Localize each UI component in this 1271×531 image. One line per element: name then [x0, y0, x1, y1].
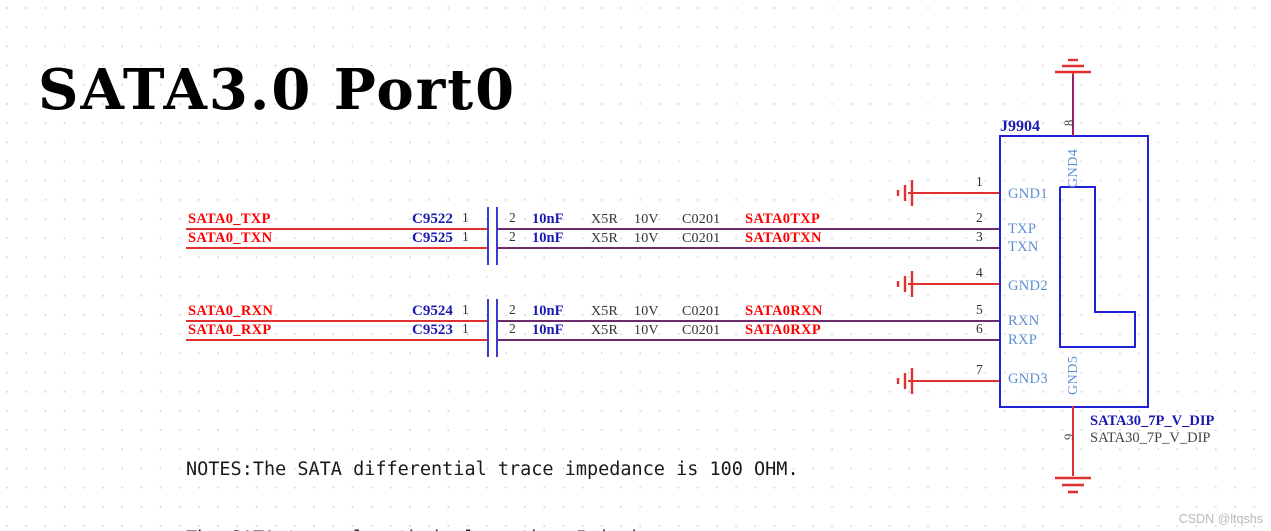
notes-block: NOTES:The SATA differential trace impeda…	[186, 412, 799, 531]
connector-part-number-primary: SATA30_7P_V_DIP	[1090, 413, 1215, 429]
capacitor-spec-c9524-dielectric: X5R	[591, 304, 619, 319]
watermark: CSDN @ltqshs	[1178, 512, 1263, 526]
net-label-sata0txp-right: SATA0TXP	[745, 211, 821, 227]
wire-gnd3	[908, 380, 1000, 382]
connector-pin-label-txn: TXN	[1008, 239, 1039, 255]
capacitor-refdes-c9522: C9522	[412, 211, 453, 227]
capacitor-spec-c9525-dielectric: X5R	[591, 231, 619, 246]
connector-pin-number-6: 6	[976, 321, 983, 336]
connector-pin-label-gnd1: GND1	[1008, 186, 1048, 202]
capacitor-plate-right-tx	[496, 207, 499, 265]
notes-line-1: NOTES:The SATA differential trace impeda…	[186, 459, 799, 480]
net-label-sata0-txn-left: SATA0_TXN	[188, 230, 273, 246]
connector-pin-label-txp: TXP	[1008, 221, 1037, 237]
capacitor-value-c9525: 10nF	[532, 230, 564, 246]
cap-pin-number-c9522-1: 1	[462, 210, 469, 225]
connector-pin-number-4: 4	[976, 265, 983, 280]
connector-pin-number-8: 8	[1062, 119, 1076, 126]
connector-pin-label-gnd2: GND2	[1008, 278, 1048, 294]
schematic-sheet: SATA3.0 Port0 SATA0_TXP C9522 1 2 10nF X…	[0, 0, 1271, 531]
capacitor-spec-c9523-package: C0201	[682, 323, 721, 338]
wire-gnd1	[908, 192, 1000, 194]
connector-pin-number-5: 5	[976, 302, 983, 317]
cap-pin-number-c9523-2: 2	[509, 321, 516, 336]
connector-pin-label-gnd4: GND4	[1066, 148, 1081, 188]
ground-symbol-gnd4-icon	[1055, 58, 1091, 75]
connector-pin-number-3: 3	[976, 229, 983, 244]
ground-symbol-gnd2-icon	[896, 271, 914, 297]
wire-gnd2	[908, 283, 1000, 285]
wire-gnd5	[1072, 406, 1074, 476]
connector-pin-number-1: 1	[976, 174, 983, 189]
capacitor-spec-c9522-voltage: 10V	[634, 212, 659, 227]
net-label-sata0rxn-right: SATA0RXN	[745, 303, 823, 319]
connector-refdes: J9904	[1000, 118, 1040, 135]
net-label-sata0rxp-right: SATA0RXP	[745, 322, 821, 338]
net-label-sata0-rxn-left: SATA0_RXN	[188, 303, 274, 319]
ground-symbol-gnd5-icon	[1055, 476, 1091, 494]
capacitor-refdes-c9523: C9523	[412, 322, 453, 338]
capacitor-spec-c9522-dielectric: X5R	[591, 212, 619, 227]
wire-rxp-left	[186, 339, 487, 341]
capacitor-refdes-c9524: C9524	[412, 303, 453, 319]
wire-rxp-right	[496, 339, 1000, 341]
connector-pin-label-rxn: RXN	[1008, 313, 1040, 329]
connector-pin-number-9: 9	[1062, 433, 1076, 440]
wire-gnd4	[1072, 72, 1074, 136]
page-title: SATA3.0 Port0	[38, 57, 517, 123]
connector-pin-label-gnd3: GND3	[1008, 371, 1048, 387]
capacitor-refdes-c9525: C9525	[412, 230, 453, 246]
capacitor-value-c9524: 10nF	[532, 303, 564, 319]
capacitor-spec-c9524-voltage: 10V	[634, 304, 659, 319]
capacitor-value-c9522: 10nF	[532, 211, 564, 227]
ground-symbol-gnd1-icon	[896, 180, 914, 206]
cap-pin-number-c9525-1: 1	[462, 229, 469, 244]
connector-pin-number-7: 7	[976, 362, 983, 377]
cap-pin-number-c9525-2: 2	[509, 229, 516, 244]
notes-line-2: The SATA trace length is less than 5 inc…	[186, 527, 799, 531]
capacitor-spec-c9523-dielectric: X5R	[591, 323, 619, 338]
capacitor-plate-right-rx	[496, 299, 499, 357]
connector-pin-label-gnd5: GND5	[1066, 355, 1081, 395]
capacitor-spec-c9525-voltage: 10V	[634, 231, 659, 246]
capacitor-spec-c9523-voltage: 10V	[634, 323, 659, 338]
capacitor-value-c9523: 10nF	[532, 322, 564, 338]
cap-pin-number-c9523-1: 1	[462, 321, 469, 336]
wire-txn-left	[186, 247, 487, 249]
connector-part-number-secondary: SATA30_7P_V_DIP	[1090, 430, 1211, 446]
capacitor-spec-c9524-package: C0201	[682, 304, 721, 319]
net-label-sata0-rxp-left: SATA0_RXP	[188, 322, 272, 338]
capacitor-plate-left-tx	[487, 207, 490, 265]
wire-txn-right	[496, 247, 1000, 249]
net-label-sata0-txp-left: SATA0_TXP	[188, 211, 271, 227]
net-label-sata0txn-right: SATA0TXN	[745, 230, 822, 246]
ground-symbol-gnd3-icon	[896, 368, 914, 394]
capacitor-spec-c9522-package: C0201	[682, 212, 721, 227]
cap-pin-number-c9524-1: 1	[462, 302, 469, 317]
cap-pin-number-c9522-2: 2	[509, 210, 516, 225]
connector-pin-number-2: 2	[976, 210, 983, 225]
connector-pin-label-rxp: RXP	[1008, 332, 1038, 348]
capacitor-plate-left-rx	[487, 299, 490, 357]
connector-keying-outline	[1059, 186, 1136, 348]
cap-pin-number-c9524-2: 2	[509, 302, 516, 317]
capacitor-spec-c9525-package: C0201	[682, 231, 721, 246]
